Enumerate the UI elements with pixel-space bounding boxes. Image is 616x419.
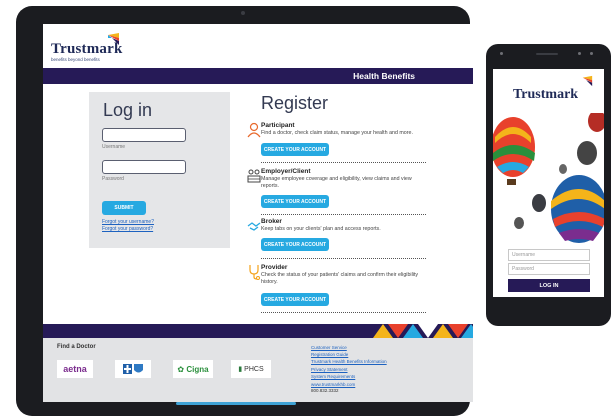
phone-login-button[interactable]: LOG IN [508, 279, 590, 292]
tablet-device: Trustmark benefits beyond benefits Healt… [16, 6, 473, 416]
forgot-password-link[interactable]: Forgot your password? [102, 226, 153, 232]
provider-icon [249, 265, 260, 280]
phone-sensor [500, 52, 503, 55]
register-item-desc: Manage employee coverage and eligibility… [261, 176, 412, 189]
divider [261, 214, 426, 215]
register-item-desc: Check the status of your patients' claim… [261, 272, 419, 285]
cigna-logo[interactable]: ✿ Cigna [173, 360, 213, 378]
system-requirements-link[interactable]: System Requirements [311, 373, 387, 380]
registration-guide-link[interactable]: Registration Guide [311, 351, 387, 358]
cigna-text: ✿ Cigna [177, 364, 209, 374]
customer-service-link[interactable]: Customer Service [311, 344, 387, 351]
broker-icon [247, 222, 261, 231]
decorative-stripe [43, 324, 473, 338]
find-doctor-title: Find a Doctor [57, 344, 96, 350]
tablet-camera [241, 11, 245, 15]
phone-password-input[interactable]: Password [508, 263, 590, 275]
phone-sensor [590, 52, 593, 55]
privacy-statement-link[interactable]: Privacy Statement [311, 366, 387, 373]
aetna-logo[interactable]: aetna [57, 360, 93, 378]
phone-trustmark-logo: Trustmark [513, 87, 579, 102]
phcs-text: ▮ PHCS [238, 366, 264, 373]
site-header: Trustmark benefits beyond benefits [43, 24, 473, 68]
trustmark-logo[interactable]: Trustmark benefits beyond benefits [51, 33, 123, 62]
tablet-screen: Trustmark benefits beyond benefits Healt… [43, 24, 473, 402]
login-title: Log in [103, 100, 153, 120]
tablet-home-indicator [176, 402, 296, 405]
divider [261, 312, 426, 313]
create-account-participant-button[interactable]: CREATE YOUR ACCOUNT [261, 143, 329, 156]
section-title: Health Benefits [353, 71, 415, 81]
main-content: Log in Username Password SUBMIT Forgot y… [43, 84, 473, 348]
register-title: Register [261, 93, 329, 113]
register-item-name: Provider [261, 264, 288, 271]
hot-air-balloons-image [493, 113, 604, 243]
register-item-desc: Keep tabs on your clients' plan and acce… [261, 226, 381, 232]
submit-button[interactable]: SUBMIT [102, 201, 146, 215]
forgot-username-link[interactable]: Forgot your username? [102, 219, 154, 225]
register-item-name: Employer/Client [261, 168, 311, 175]
phone-device: Trustmark Username Password LOG IN [486, 44, 611, 326]
username-input[interactable] [102, 128, 186, 142]
triangle-pattern [373, 324, 473, 338]
phcs-logo[interactable]: ▮ PHCS [231, 360, 271, 378]
aetna-text: aetna [63, 364, 87, 374]
create-account-broker-button[interactable]: CREATE YOUR ACCOUNT [261, 238, 329, 251]
register-item-name: Broker [261, 218, 282, 225]
phone-camera [578, 52, 581, 55]
device-mockup-stage: Trustmark benefits beyond benefits Healt… [0, 0, 616, 419]
navigation-band: Health Benefits [43, 68, 473, 84]
phone-speaker [536, 53, 558, 55]
login-panel: Log in Username Password SUBMIT Forgot y… [89, 92, 230, 248]
footer-links: Customer Service Registration Guide Trus… [311, 344, 387, 394]
health-benefits-info-link[interactable]: Trustmark Health Benefits Information [311, 358, 387, 365]
phone-number: 800.832.3332 [311, 388, 339, 394]
register-item-desc: Find a doctor, check claim status, manag… [261, 130, 413, 136]
password-input[interactable] [102, 160, 186, 174]
participant-icon [247, 122, 261, 138]
divider [261, 162, 426, 163]
bluecross-blueshield-logo[interactable] [115, 360, 151, 378]
register-item-name: Participant [261, 122, 295, 129]
phone-username-input[interactable]: Username [508, 249, 590, 261]
username-label: Username [102, 144, 126, 150]
password-label: Password [102, 176, 124, 182]
phone-screen: Trustmark Username Password LOG IN [493, 69, 604, 297]
create-account-provider-button[interactable]: CREATE YOUR ACCOUNT [261, 293, 329, 306]
create-account-employer-button[interactable]: CREATE YOUR ACCOUNT [261, 195, 329, 208]
divider [261, 258, 426, 259]
employer-icon [247, 169, 261, 183]
trustmark-flag-icon [108, 33, 119, 45]
bluecross-icon [123, 364, 143, 374]
trustmark-flag-icon [582, 75, 593, 87]
site-footer: Find a Doctor aetna ✿ Cigna ▮ PHCS Custo… [43, 338, 473, 402]
